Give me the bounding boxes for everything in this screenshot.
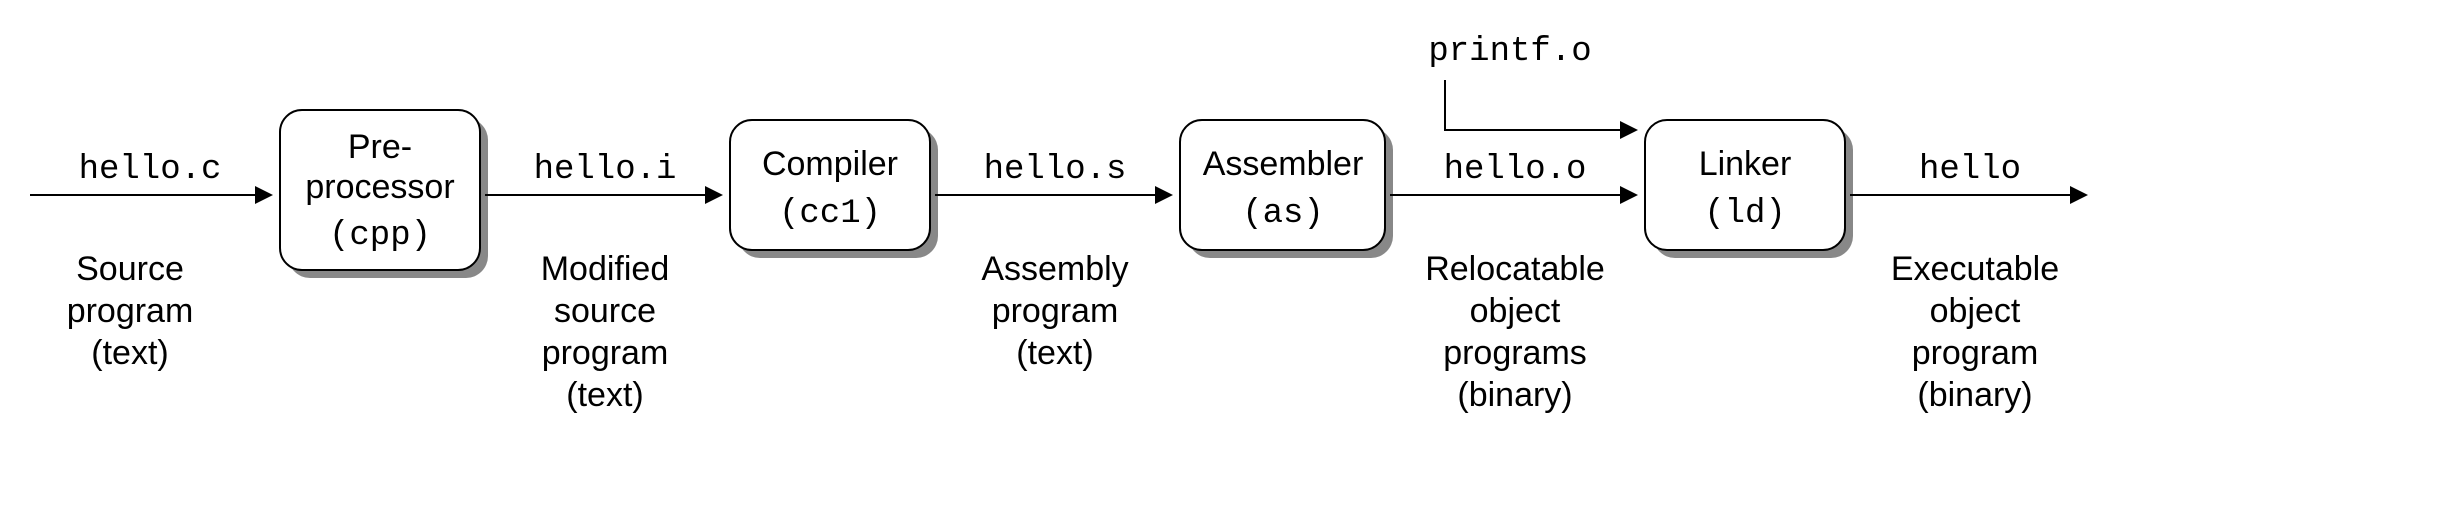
extra-input-printf: printf.o <box>1428 33 1635 130</box>
label-source-l3: (text) <box>91 334 168 372</box>
linker-l1: Linker <box>1699 145 1792 183</box>
preprocessor-l2: processor <box>305 168 454 206</box>
label-exe-l3: program <box>1912 334 2039 372</box>
file-printf-o: printf.o <box>1428 33 1591 71</box>
label-assembly-l1: Assembly <box>981 250 1128 288</box>
compilation-pipeline-diagram: hello.c Source program (text) Pre- proce… <box>0 0 2462 532</box>
arrow-modified: hello.i Modified source program (text) <box>485 151 720 414</box>
label-modified-l2: source <box>554 292 656 330</box>
arrow-executable: hello Executable object program (binary) <box>1850 151 2085 414</box>
label-exe-l2: object <box>1930 292 2021 330</box>
label-exe-l4: (binary) <box>1917 376 2032 414</box>
arrow-assembly: hello.s Assembly program (text) <box>935 151 1170 372</box>
label-object-l2: object <box>1470 292 1561 330</box>
label-source-l1: Source <box>76 250 184 288</box>
label-exe-l1: Executable <box>1891 250 2059 288</box>
stage-compiler: Compiler (cc1) <box>730 120 938 258</box>
compiler-l1: Compiler <box>762 145 898 183</box>
compiler-tool: (cc1) <box>779 195 881 233</box>
label-modified-l3: program <box>542 334 669 372</box>
stage-linker: Linker (ld) <box>1645 120 1853 258</box>
stage-assembler: Assembler (as) <box>1180 120 1393 258</box>
file-hello-o: hello.o <box>1444 151 1587 189</box>
label-object-l1: Relocatable <box>1425 250 1605 288</box>
preprocessor-tool: (cpp) <box>329 217 431 255</box>
stage-preprocessor: Pre- processor (cpp) <box>280 110 488 278</box>
arrow-source: hello.c Source program (text) <box>30 151 270 372</box>
assembler-l1: Assembler <box>1203 145 1364 183</box>
label-modified-l4: (text) <box>566 376 643 414</box>
label-source-l2: program <box>67 292 194 330</box>
file-hello-s: hello.s <box>984 151 1127 189</box>
label-assembly-l3: (text) <box>1016 334 1093 372</box>
arrow-object: hello.o Relocatable object programs (bin… <box>1390 151 1635 414</box>
file-hello-i: hello.i <box>534 151 677 189</box>
file-hello: hello <box>1919 151 2021 189</box>
label-modified-l1: Modified <box>541 250 670 288</box>
assembler-tool: (as) <box>1242 195 1324 233</box>
label-object-l4: (binary) <box>1457 376 1572 414</box>
file-hello-c: hello.c <box>79 151 222 189</box>
preprocessor-l1: Pre- <box>348 128 412 166</box>
label-object-l3: programs <box>1443 334 1587 372</box>
label-assembly-l2: program <box>992 292 1119 330</box>
linker-tool: (ld) <box>1704 195 1786 233</box>
